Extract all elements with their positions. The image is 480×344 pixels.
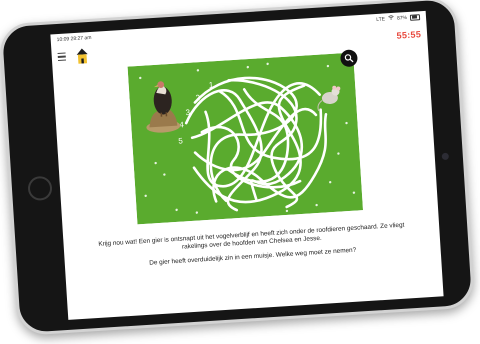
screen: 10:09 28:27 am LTE 87% 55:55 1 2 3 4 5 K… (50, 10, 444, 320)
front-camera (441, 152, 450, 161)
battery-icon (409, 13, 421, 21)
status-indicators: LTE 87% (376, 13, 421, 23)
signal-label: LTE (376, 15, 386, 23)
zoom-button[interactable] (339, 49, 358, 68)
header-left (57, 46, 89, 66)
house-logo[interactable] (75, 46, 89, 65)
countdown-timer: 55:55 (396, 29, 422, 41)
story-text: Krijg nou wat! Een gier is ontsnapt uit … (89, 221, 414, 272)
tablet-frame: 10:09 28:27 am LTE 87% 55:55 1 2 3 4 5 K… (0, 0, 476, 337)
maze-illustration: 1 2 3 4 5 (127, 49, 364, 225)
magnifier-icon (344, 54, 354, 63)
home-button[interactable] (27, 175, 53, 202)
menu-icon[interactable] (57, 52, 67, 61)
maze-image: 1 2 3 4 5 (127, 52, 364, 225)
battery-percent: 87% (396, 14, 408, 22)
wifi-icon (388, 15, 394, 22)
status-time: 10:09 (56, 35, 70, 43)
status-date: 28:27 am (70, 34, 92, 42)
status-time-group: 10:09 28:27 am (57, 34, 92, 42)
